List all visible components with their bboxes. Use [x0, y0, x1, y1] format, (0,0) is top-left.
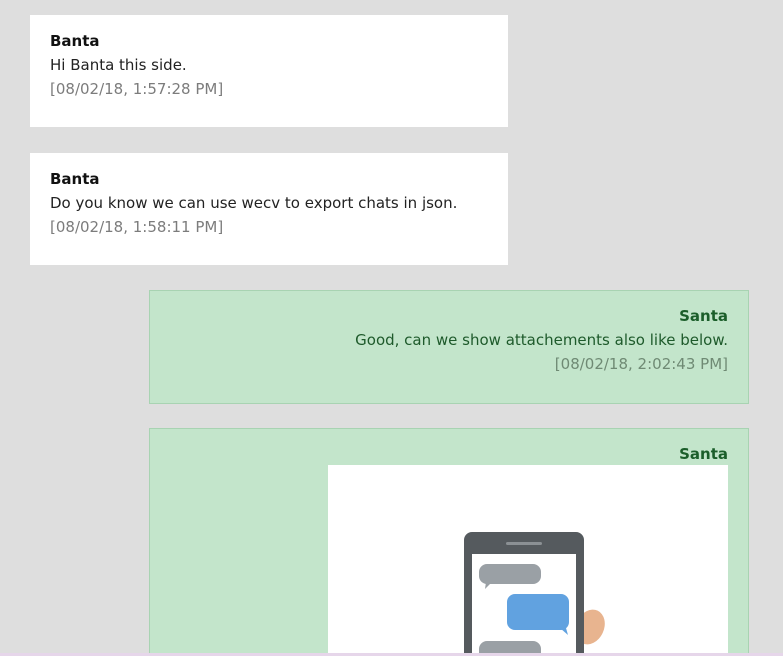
- message-text: Good, can we show attachements also like…: [355, 331, 728, 349]
- message-bubble-incoming: Banta Do you know we can use wecv to exp…: [30, 153, 508, 265]
- message-sender: Santa: [679, 445, 728, 463]
- message-timestamp: [08/02/18, 1:58:11 PM]: [50, 218, 224, 236]
- message-bubble-outgoing: Santa Good, can we show attachements als…: [149, 290, 749, 404]
- message-timestamp: [08/02/18, 2:02:43 PM]: [554, 355, 728, 373]
- message-timestamp: [08/02/18, 1:57:28 PM]: [50, 80, 224, 98]
- message-sender: Banta: [50, 170, 100, 188]
- chat-transcript: Banta Hi Banta this side. [08/02/18, 1:5…: [0, 0, 783, 656]
- phone-chat-illustration-icon: [464, 532, 605, 656]
- attachment-image[interactable]: [328, 465, 728, 656]
- message-bubble-outgoing-attachment: Santa: [149, 428, 749, 656]
- message-text: Do you know we can use wecv to export ch…: [50, 194, 458, 212]
- message-sender: Banta: [50, 32, 100, 50]
- message-bubble-incoming: Banta Hi Banta this side. [08/02/18, 1:5…: [30, 15, 508, 127]
- message-sender: Santa: [679, 307, 728, 325]
- message-text: Hi Banta this side.: [50, 56, 187, 74]
